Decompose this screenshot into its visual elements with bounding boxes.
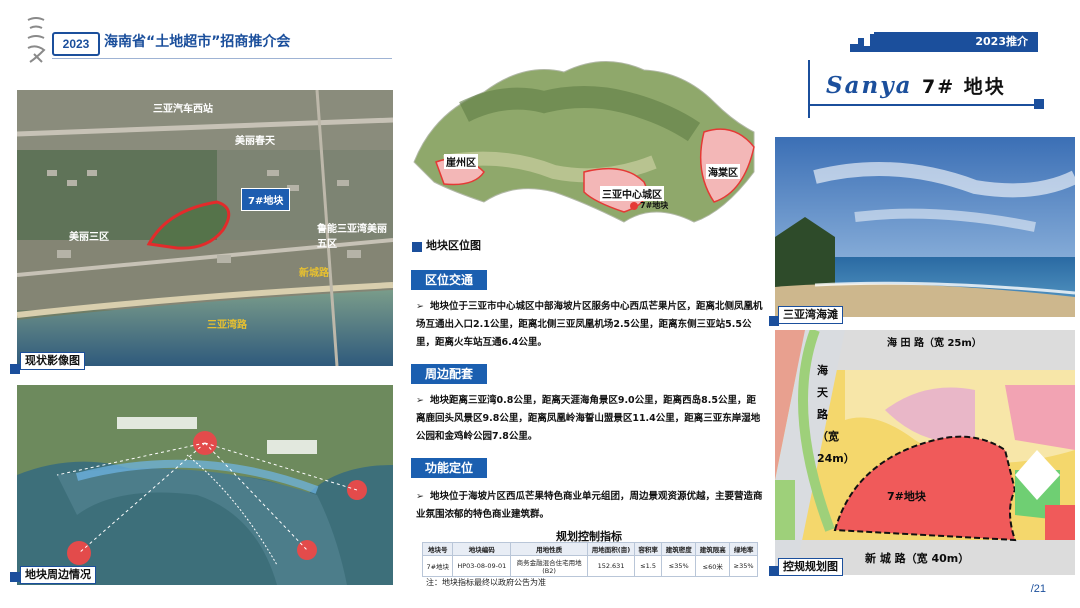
table-cell: ≤35% xyxy=(661,555,697,577)
section-traffic-title: 区位交通 xyxy=(411,270,488,290)
table-cell: 商务金融混合住宅用地(B2) xyxy=(510,555,589,577)
location-caption: 地块区位图 xyxy=(422,238,485,254)
bullet-arrow-icon: ➢ xyxy=(416,491,424,502)
table-cell: HP03-08-09-01 xyxy=(452,555,512,577)
bullet-arrow-icon: ➢ xyxy=(416,301,424,312)
beach-caption: 三亚湾海滩 xyxy=(778,306,843,324)
surroundings-caption: 地块周边情况 xyxy=(20,566,96,584)
road-label-xincheng: 新 城 路（宽 40m） xyxy=(865,552,970,565)
map-label-xincheng-road: 新城路 xyxy=(299,268,329,279)
map-label-yazhou: 崖州区 xyxy=(444,154,478,169)
table-cell: ≤1.5 xyxy=(633,555,663,577)
table-header: 建筑密度 xyxy=(661,542,697,556)
table-header: 用地性质 xyxy=(510,542,589,556)
page-title: 海南省“土地超市”招商推介会 xyxy=(104,34,291,50)
beach-photo xyxy=(775,137,1075,317)
title-horizontal-line xyxy=(808,104,1040,106)
map-label-bus-station: 三亚汽车西站 xyxy=(153,104,213,115)
table-header: 绿地率 xyxy=(729,542,758,556)
location-map: 崖州区 海棠区 三亚中心城区 7#地块 xyxy=(404,52,766,242)
table-cell: 152.631 xyxy=(587,555,635,577)
table-header: 建筑限高 xyxy=(695,542,731,556)
map-label-meili-3: 美丽三区 xyxy=(69,232,109,243)
table-header: 容积率 xyxy=(633,542,663,556)
table-header-row: 地块号 地块编码 用地性质 用地面积(亩) 容积率 建筑密度 建筑限高 绿地率 xyxy=(421,542,758,556)
map-label-center: 三亚中心城区 xyxy=(600,186,664,201)
sanya-brand: Sanya xyxy=(826,72,913,99)
table-note: 注：地块指标最终以政府公告为准 xyxy=(426,578,546,587)
caption-square-icon xyxy=(412,242,422,252)
table-cell: ≤60米 xyxy=(695,555,731,577)
zoning-caption: 控规规划图 xyxy=(778,558,843,576)
map-label-luneng: 鲁能三亚湾美丽五区 xyxy=(317,224,387,250)
section-amenities-text: ➢ 地块距离三亚湾0.8公里，距离天涯海角景区9.0公里，距离西岛8.5公里，距离… xyxy=(416,392,764,446)
map-label-plot7: 7#地块 xyxy=(640,201,669,210)
header-underline xyxy=(52,58,392,59)
surroundings-map xyxy=(17,385,393,585)
promo-ribbon: 2023推介 xyxy=(874,32,1038,52)
table-row: 7#地块 HP03-08-09-01 商务金融混合住宅用地(B2) 152.63… xyxy=(421,555,758,577)
section-function-title: 功能定位 xyxy=(411,458,488,478)
caption-square-icon xyxy=(10,572,20,582)
map-label-sanyawan-road: 三亚湾路 xyxy=(207,320,247,331)
caption-square-icon xyxy=(10,364,20,374)
corner-square-icon xyxy=(1034,99,1044,109)
section-amenities-title: 周边配套 xyxy=(411,364,488,384)
map-label-meili-spring: 美丽春天 xyxy=(235,136,275,147)
page-number: /21 xyxy=(1030,583,1046,595)
road-label-haitian-diagonal: 海天路（宽24m） xyxy=(817,364,855,465)
satellite-image: 三亚汽车西站 美丽春天 美丽三区 鲁能三亚湾美丽五区 新城路 三亚湾路 7#地块 xyxy=(17,90,393,366)
plot-7-tag: 7#地块 xyxy=(241,188,291,211)
table-header: 地块编码 xyxy=(452,542,512,556)
table-cell: ≥35% xyxy=(729,555,758,577)
road-label-haitian: 海 田 路（宽 25m） xyxy=(887,338,982,349)
title-vertical-line xyxy=(808,60,810,118)
table-cell: 7#地块 xyxy=(421,555,454,577)
plot-7-label: 7#地块 xyxy=(887,490,926,503)
satellite-caption: 现状影像图 xyxy=(20,352,85,370)
table-header: 用地面积(亩) xyxy=(587,542,635,556)
zoning-plan: 海 田 路（宽 25m） 海天路（宽24m） 7#地块 新 城 路（宽 40m） xyxy=(775,330,1075,575)
year-badge: 2023 xyxy=(52,32,100,56)
table-header: 地块号 xyxy=(421,542,454,556)
logo-mark xyxy=(22,14,50,66)
map-label-haitang: 海棠区 xyxy=(706,164,740,179)
bullet-arrow-icon: ➢ xyxy=(416,395,424,406)
section-function-text: ➢ 地块位于海坡片区西瓜芒果特色商业单元组团，周边景观资源优越，主要营造商业氛围浓… xyxy=(416,488,764,524)
control-index-table: 地块号 地块编码 用地性质 用地面积(亩) 容积率 建筑密度 建筑限高 绿地率 … xyxy=(421,542,758,577)
plot-title: 7# 地块 xyxy=(922,76,1006,98)
section-traffic-text: ➢ 地块位于三亚市中心城区中部海坡片区服务中心西瓜芒果片区，距离北侧凤凰机场互通出… xyxy=(416,298,764,352)
